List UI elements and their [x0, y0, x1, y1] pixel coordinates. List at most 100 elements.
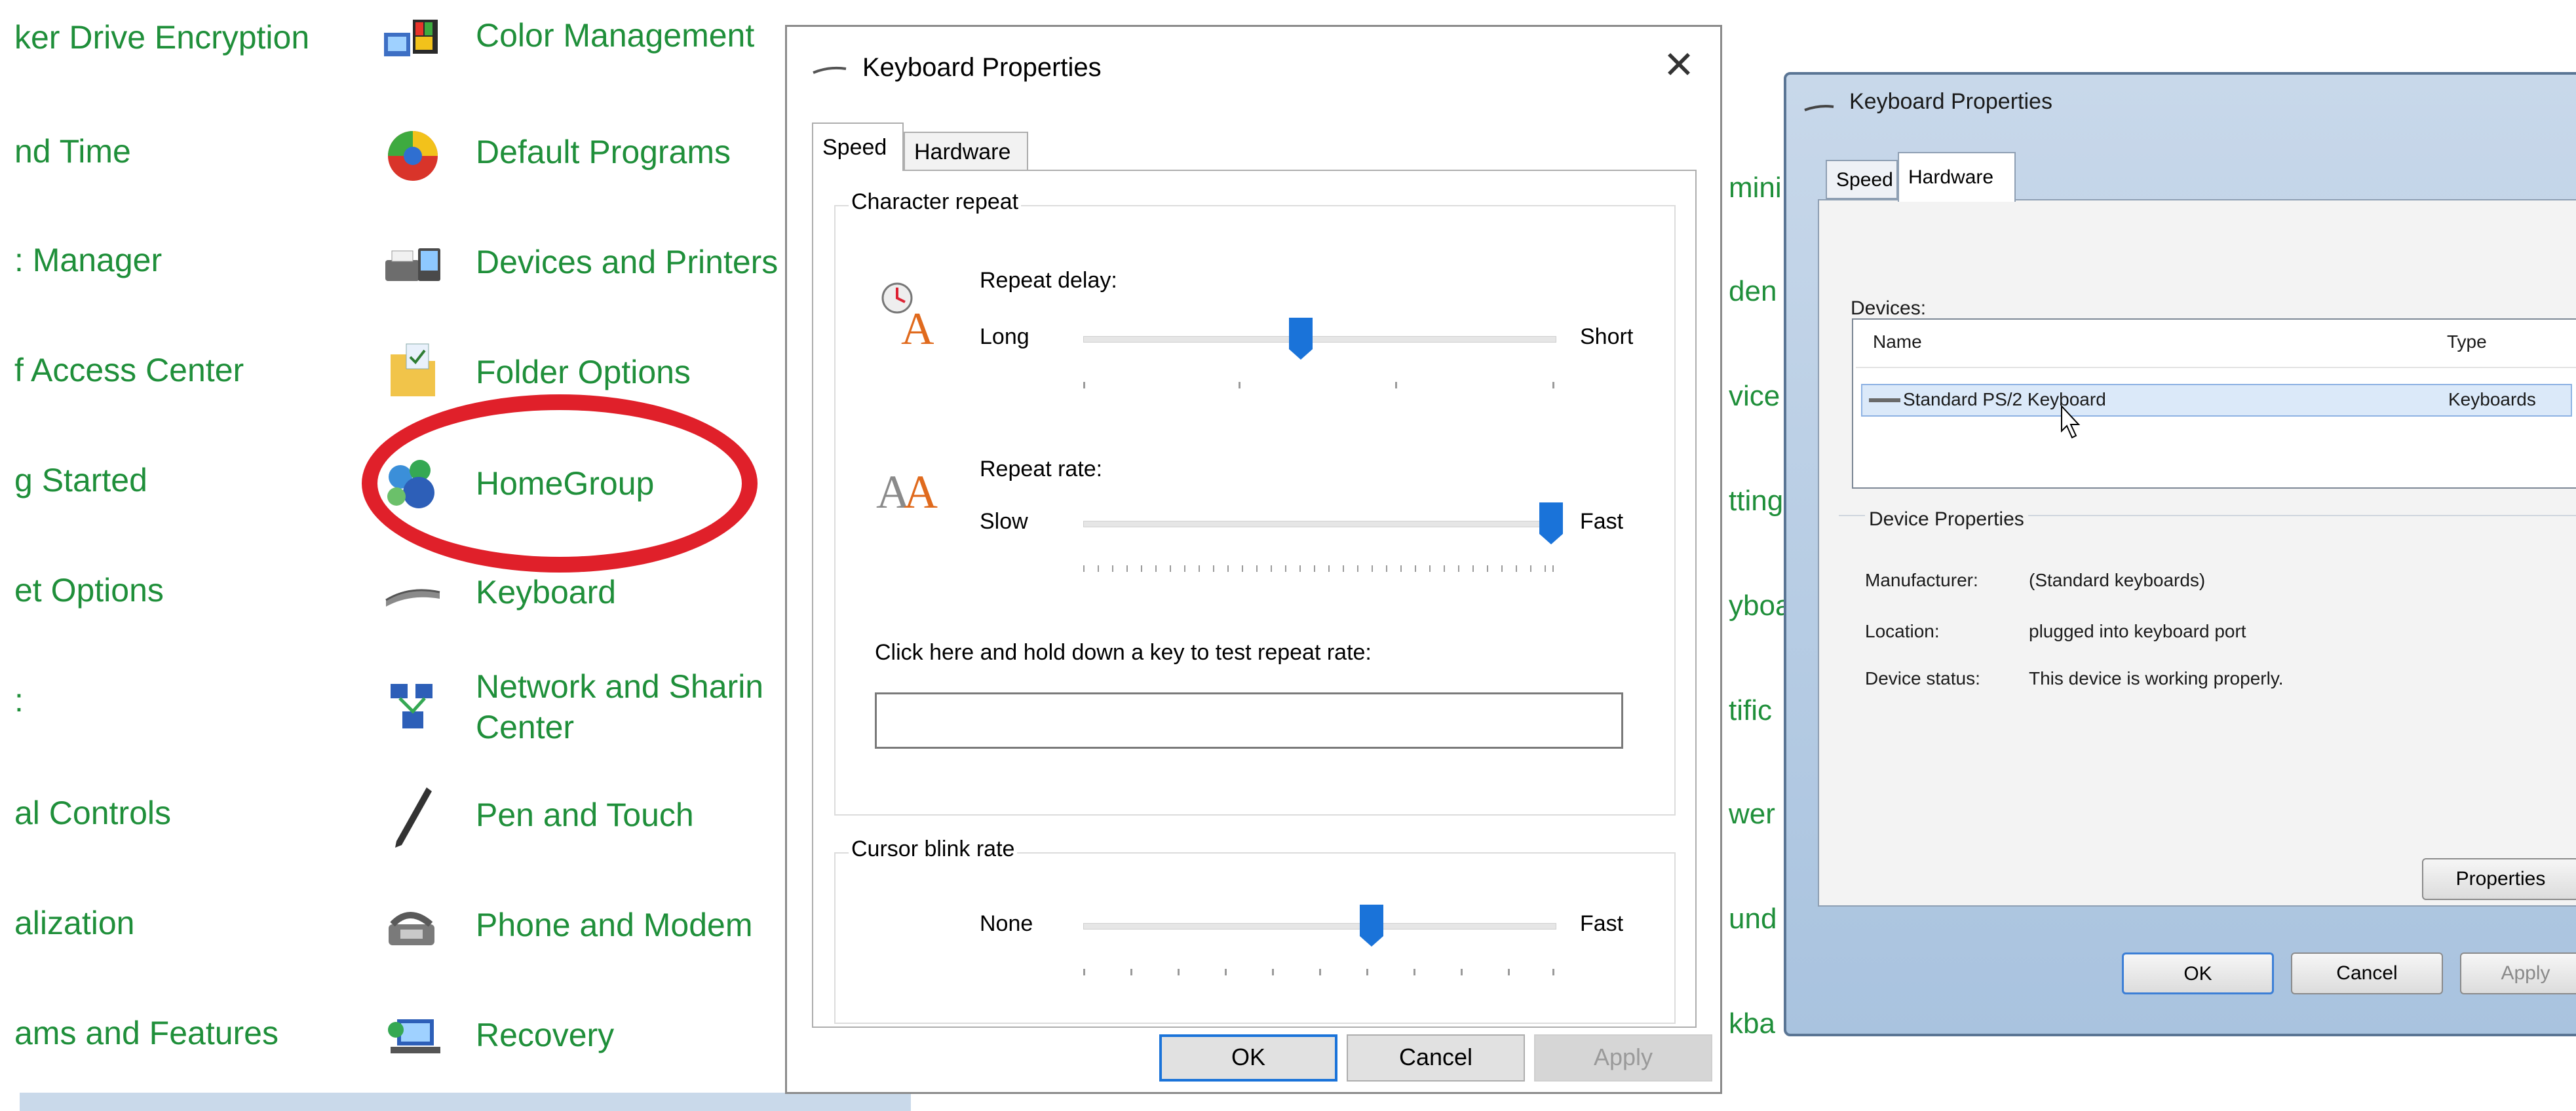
pen-icon	[379, 786, 447, 849]
cancel-button[interactable]: Cancel	[1347, 1034, 1525, 1082]
folder-options-icon	[379, 339, 447, 402]
tab-hardware-win7[interactable]: Hardware	[1898, 152, 2016, 202]
cp-partial-9: kba	[1729, 1007, 1775, 1040]
dialog-titlebar[interactable]: Keyboard Properties ✕	[787, 27, 1720, 119]
cancel-button-win7[interactable]: Cancel	[2291, 952, 2443, 994]
table-row[interactable]: Standard PS/2 Keyboard Keyboards	[1861, 384, 2572, 417]
repeat-rate-ticks	[1083, 565, 1554, 572]
recovery-icon	[379, 1005, 447, 1068]
repeat-delay-label: Repeat delay:	[980, 268, 1117, 293]
repeat-rate-slider[interactable]	[1539, 502, 1563, 544]
keyboard-icon	[1804, 105, 1834, 111]
cp-item-bitlocker[interactable]: ker Drive Encryption	[14, 18, 309, 56]
repeat-rate-max-label: Fast	[1580, 509, 1624, 534]
cp-item-personalization[interactable]: alization	[14, 904, 134, 942]
apply-button-win7[interactable]: Apply	[2460, 952, 2576, 994]
cp-label-network-line2[interactable]: Center	[476, 706, 574, 748]
cursor-blink-slider[interactable]	[1360, 905, 1383, 947]
manufacturer-value: (Standard keyboards)	[2029, 570, 2206, 590]
cp-item-programs-features[interactable]: ams and Features	[14, 1014, 279, 1052]
cp-item-date-time[interactable]: nd Time	[14, 132, 131, 170]
device-type: Keyboards	[2448, 389, 2536, 409]
column-header-name[interactable]: Name	[1873, 331, 1922, 352]
cp-item-ease-of-access[interactable]: f Access Center	[14, 351, 244, 389]
repeat-delay-min-label: Long	[980, 324, 1029, 349]
network-icon	[379, 675, 447, 738]
repeat-rate-label: Repeat rate:	[980, 457, 1103, 481]
character-repeat-group: Character repeat A Repeat delay: Long Sh…	[834, 189, 1676, 816]
cp-item-language[interactable]: :	[14, 681, 24, 719]
cp-item-device-manager[interactable]: : Manager	[14, 241, 162, 279]
cp-partial-5: yboa	[1729, 590, 1792, 622]
apply-button[interactable]: Apply	[1534, 1034, 1712, 1082]
default-programs-icon	[379, 124, 447, 187]
scrollbar[interactable]	[20, 1093, 911, 1111]
cp-label-phone-modem[interactable]: Phone and Modem	[476, 904, 753, 946]
cp-item-parental-controls[interactable]: al Controls	[14, 794, 171, 832]
tab-hardware[interactable]: Hardware	[904, 132, 1028, 171]
speed-panel: Character repeat A Repeat delay: Long Sh…	[812, 170, 1697, 1028]
keyboard-device-icon	[1869, 398, 1900, 402]
test-repeat-input[interactable]	[875, 692, 1623, 749]
repeat-rate-track[interactable]	[1083, 521, 1556, 527]
cursor-blink-title: Cursor blink rate	[849, 837, 1018, 862]
mouse-cursor-icon	[2061, 405, 2081, 439]
cp-label-recovery[interactable]: Recovery	[476, 1014, 614, 1056]
phone-modem-icon	[379, 896, 447, 959]
keyboard-icon	[813, 66, 847, 74]
cursor-blink-track[interactable]	[1083, 923, 1556, 930]
cp-label-network[interactable]: Network and Sharin	[476, 666, 763, 707]
test-repeat-label: Click here and hold down a key to test r…	[875, 640, 1372, 665]
dialog-title-win7: Keyboard Properties	[1849, 89, 2052, 114]
manufacturer-label: Manufacturer:	[1865, 570, 1978, 590]
color-management-icon	[379, 8, 447, 71]
cp-label-pen-touch[interactable]: Pen and Touch	[476, 794, 694, 836]
cp-partial-2: den	[1729, 275, 1777, 307]
repeat-delay-slider[interactable]	[1289, 318, 1313, 360]
keyboard-properties-dialog-win7: Keyboard Properties Speed Hardware Devic…	[1784, 72, 2576, 1036]
repeat-rate-min-label: Slow	[980, 509, 1028, 534]
properties-button[interactable]: Properties	[2422, 858, 2576, 900]
tab-speed[interactable]: Speed	[812, 122, 904, 171]
device-status-value: This device is working properly.	[2029, 668, 2284, 688]
devices-label: Devices:	[1851, 297, 1927, 319]
hardware-panel: Devices: Name Type Standard PS/2 Keyboar…	[1818, 199, 2576, 907]
cp-item-internet-options[interactable]: et Options	[14, 571, 164, 609]
location-label: Location:	[1865, 621, 1940, 641]
tab-speed-win7[interactable]: Speed	[1826, 160, 1898, 199]
repeat-delay-ticks	[1083, 382, 1554, 388]
character-repeat-title: Character repeat	[849, 189, 1022, 215]
ok-button[interactable]: OK	[1159, 1034, 1337, 1082]
cp-partial-6: tific	[1729, 694, 1772, 726]
close-button[interactable]: ✕	[1656, 43, 1702, 87]
cp-partial-1: mini	[1729, 172, 1782, 204]
list-header-divider	[1856, 367, 2576, 368]
cp-partial-4: tting	[1729, 485, 1784, 517]
cp-label-folder-options[interactable]: Folder Options	[476, 351, 691, 393]
devices-list[interactable]: Name Type Standard PS/2 Keyboard Keyboar…	[1852, 318, 2576, 489]
cp-label-default-programs[interactable]: Default Programs	[476, 131, 731, 173]
cp-partial-7: wer	[1729, 798, 1775, 830]
cp-item-getting-started[interactable]: g Started	[14, 461, 147, 499]
repeat-delay-track[interactable]	[1083, 336, 1556, 343]
dialog-title: Keyboard Properties	[862, 53, 1102, 82]
highlight-circle	[362, 394, 758, 573]
cp-label-color-management[interactable]: Color Management	[476, 14, 754, 56]
svg-text:A: A	[901, 304, 934, 350]
repeat-delay-icon: A	[881, 282, 934, 350]
cp-label-devices-printers[interactable]: Devices and Printers	[476, 241, 778, 283]
cp-label-keyboard[interactable]: Keyboard	[476, 571, 616, 613]
repeat-delay-max-label: Short	[1580, 324, 1634, 349]
keyboard-icon	[379, 565, 447, 628]
keyboard-properties-dialog: Keyboard Properties ✕ Speed Hardware Cha…	[785, 25, 1722, 1094]
cursor-blink-group: Cursor blink rate None Fast	[834, 837, 1676, 1024]
ok-button-win7[interactable]: OK	[2122, 952, 2274, 994]
svg-text:A: A	[904, 466, 938, 516]
cursor-blink-ticks	[1083, 969, 1554, 975]
location-value: plugged into keyboard port	[2029, 621, 2246, 641]
column-header-type[interactable]: Type	[2447, 331, 2487, 352]
cursor-blink-max-label: Fast	[1580, 911, 1624, 936]
cp-partial-3: vice	[1729, 380, 1780, 412]
device-status-label: Device status:	[1865, 668, 1980, 688]
repeat-rate-icon: A A	[876, 466, 938, 516]
